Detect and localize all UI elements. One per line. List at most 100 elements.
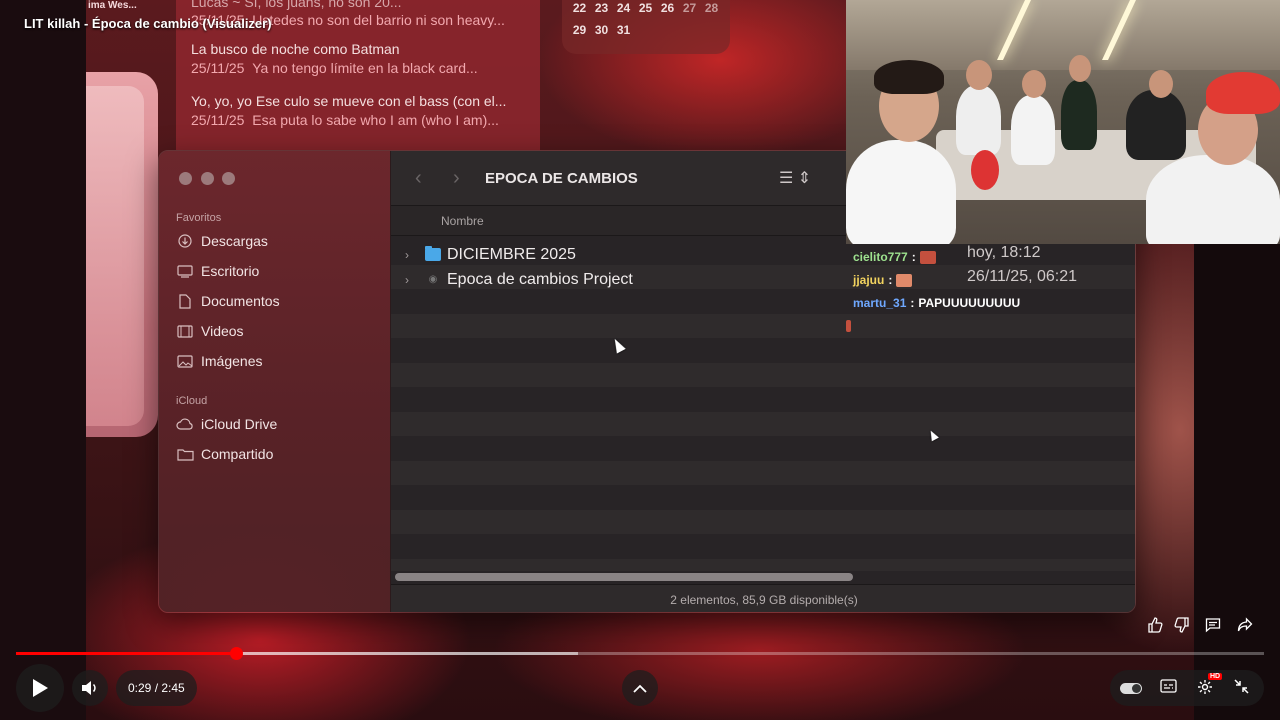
expand-chapters-button[interactable] (622, 670, 658, 706)
background-phone-image (86, 72, 158, 437)
exit-fullscreen-icon[interactable] (1234, 679, 1249, 698)
file-list: › DICIEMBRE 2025 › ◉ Epoca de cambios Pr… (391, 240, 1135, 571)
letterbox-left (0, 0, 86, 720)
chevron-up-icon (633, 684, 647, 693)
back-chevron-icon[interactable]: ‹ (415, 167, 422, 190)
sidebar-item-compartido[interactable]: Compartido (176, 446, 273, 462)
image-icon (176, 354, 194, 368)
message-preview: Esa puta lo sabe who I am (who I am)... (252, 112, 499, 128)
finder-sidebar: Favoritos Descargas Escritorio Documento… (159, 151, 391, 612)
background-calendar: 22 23 24 25 26 27 28 29 30 31 (562, 0, 730, 54)
list-view-icon[interactable]: ☰ ⇕ (779, 168, 811, 188)
sidebar-item-label: Documentos (201, 293, 280, 309)
sidebar-item-label: Imágenes (201, 353, 263, 369)
sidebar-item-icloud-drive[interactable]: iCloud Drive (176, 416, 277, 432)
play-icon (33, 679, 48, 697)
desktop-icon (176, 264, 194, 278)
volume-button[interactable] (72, 670, 108, 706)
file-name: Epoca de cambios Project (447, 270, 633, 288)
message-item: La busco de noche como Batman 25/11/25 Y… (191, 41, 478, 76)
disclosure-chevron-icon[interactable]: › (405, 248, 425, 262)
cloud-icon (176, 417, 194, 431)
download-icon (176, 234, 194, 248)
emote-icon (846, 320, 851, 332)
subtitles-icon[interactable] (1160, 679, 1177, 697)
dislike-icon[interactable] (1174, 617, 1190, 637)
chat-username: jjajuu (853, 273, 885, 287)
sidebar-item-descargas[interactable]: Descargas (176, 233, 268, 249)
calendar-day: 27 (682, 1, 697, 15)
chat-username: cielito777 (853, 250, 908, 264)
chat-message: jjajuu : (853, 273, 913, 287)
calendar-day: 22 (572, 1, 587, 15)
window-title: EPOCA DE CAMBIOS (485, 170, 638, 187)
disclosure-chevron-icon[interactable]: › (405, 273, 425, 287)
emote-icon (896, 273, 913, 287)
sidebar-item-label: Escritorio (201, 263, 260, 279)
share-icon[interactable] (1237, 617, 1253, 637)
time-display: 0:29 / 2:45 (116, 670, 197, 706)
autoplay-toggle[interactable] (1120, 683, 1142, 694)
column-header-label: Nombre (441, 214, 484, 228)
chat-timestamp: 26/11/25, 06:21 (967, 268, 1078, 285)
player-right-controls: HD (1110, 670, 1264, 706)
calendar-day: 30 (594, 23, 609, 37)
message-title: La busco de noche como Batman (191, 41, 400, 57)
play-button[interactable] (16, 664, 64, 712)
sidebar-item-label: Descargas (201, 233, 268, 249)
chat-separator: : (911, 250, 916, 264)
sidebar-item-videos[interactable]: Videos (176, 323, 244, 339)
message-date: 25/11/25 (191, 60, 245, 76)
sidebar-item-label: Videos (201, 323, 244, 339)
sidebar-item-escritorio[interactable]: Escritorio (176, 263, 259, 279)
project-file-icon: ◉ (428, 274, 438, 285)
volume-icon (82, 681, 96, 695)
message-preview: Ustedes no son del barrio ni son heavy..… (252, 12, 505, 28)
sidebar-item-label: Compartido (201, 446, 274, 462)
chat-message: cielito777 : (853, 250, 936, 264)
emote-icon (919, 250, 936, 264)
message-title: Yo, yo, yo Ese culo se mueve con el bass… (191, 93, 507, 109)
progress-scrubber[interactable] (229, 647, 243, 660)
calendar-row: 29 30 31 (572, 23, 631, 37)
calendar-day: 23 (594, 1, 609, 15)
comment-icon[interactable] (1205, 617, 1221, 637)
sidebar-item-label: iCloud Drive (201, 416, 278, 432)
calendar-day: 31 (616, 23, 631, 37)
chat-text: PAPUUUUUUUUU (918, 296, 1021, 310)
background-fragment-text: ima Wes... (88, 0, 137, 11)
sidebar-item-imagenes[interactable]: Imágenes (176, 353, 262, 369)
chat-message: martu_31 : PAPUUUUUUUUU (853, 296, 1020, 310)
calendar-day: 26 (660, 1, 675, 15)
message-preview: Ya no tengo límite en la black card... (252, 60, 478, 76)
film-icon (176, 324, 194, 338)
message-title: Lucas ~ Sí, los juans, no son 20... (191, 0, 402, 10)
forward-chevron-icon[interactable]: › (453, 167, 460, 190)
calendar-day: 28 (704, 1, 719, 15)
chat-separator: : (910, 296, 915, 310)
folder-icon (425, 246, 441, 261)
settings-gear-icon[interactable] (1197, 679, 1213, 699)
sidebar-section-icloud: iCloud (176, 395, 208, 407)
file-name: DICIEMBRE 2025 (447, 245, 576, 263)
document-icon (176, 293, 194, 309)
finder-status-bar: 2 elementos, 85,9 GB disponible(s) (391, 584, 1135, 612)
chat-username: martu_31 (853, 296, 907, 310)
calendar-day: 29 (572, 23, 587, 37)
close-window-button[interactable] (179, 172, 192, 185)
streamer-webcam (846, 0, 1280, 244)
shared-folder-icon (176, 447, 194, 461)
progress-played (16, 652, 236, 655)
horizontal-scrollbar[interactable] (395, 573, 853, 581)
sidebar-section-favorites: Favoritos (176, 212, 222, 224)
calendar-row: 22 23 24 25 26 27 28 (572, 1, 719, 15)
minimize-window-button[interactable] (201, 172, 214, 185)
like-icon[interactable] (1147, 617, 1163, 637)
sidebar-item-documentos[interactable]: Documentos (176, 293, 280, 309)
zoom-window-button[interactable] (222, 172, 235, 185)
chat-timestamp: hoy, 18:12 (967, 244, 1041, 261)
message-date: 25/11/25 (191, 112, 245, 128)
video-title[interactable]: LIT killah - Época de cambio (Visualizer… (24, 16, 272, 31)
calendar-day: 25 (638, 1, 653, 15)
message-item: Yo, yo, yo Ese culo se mueve con el bass… (191, 93, 506, 128)
